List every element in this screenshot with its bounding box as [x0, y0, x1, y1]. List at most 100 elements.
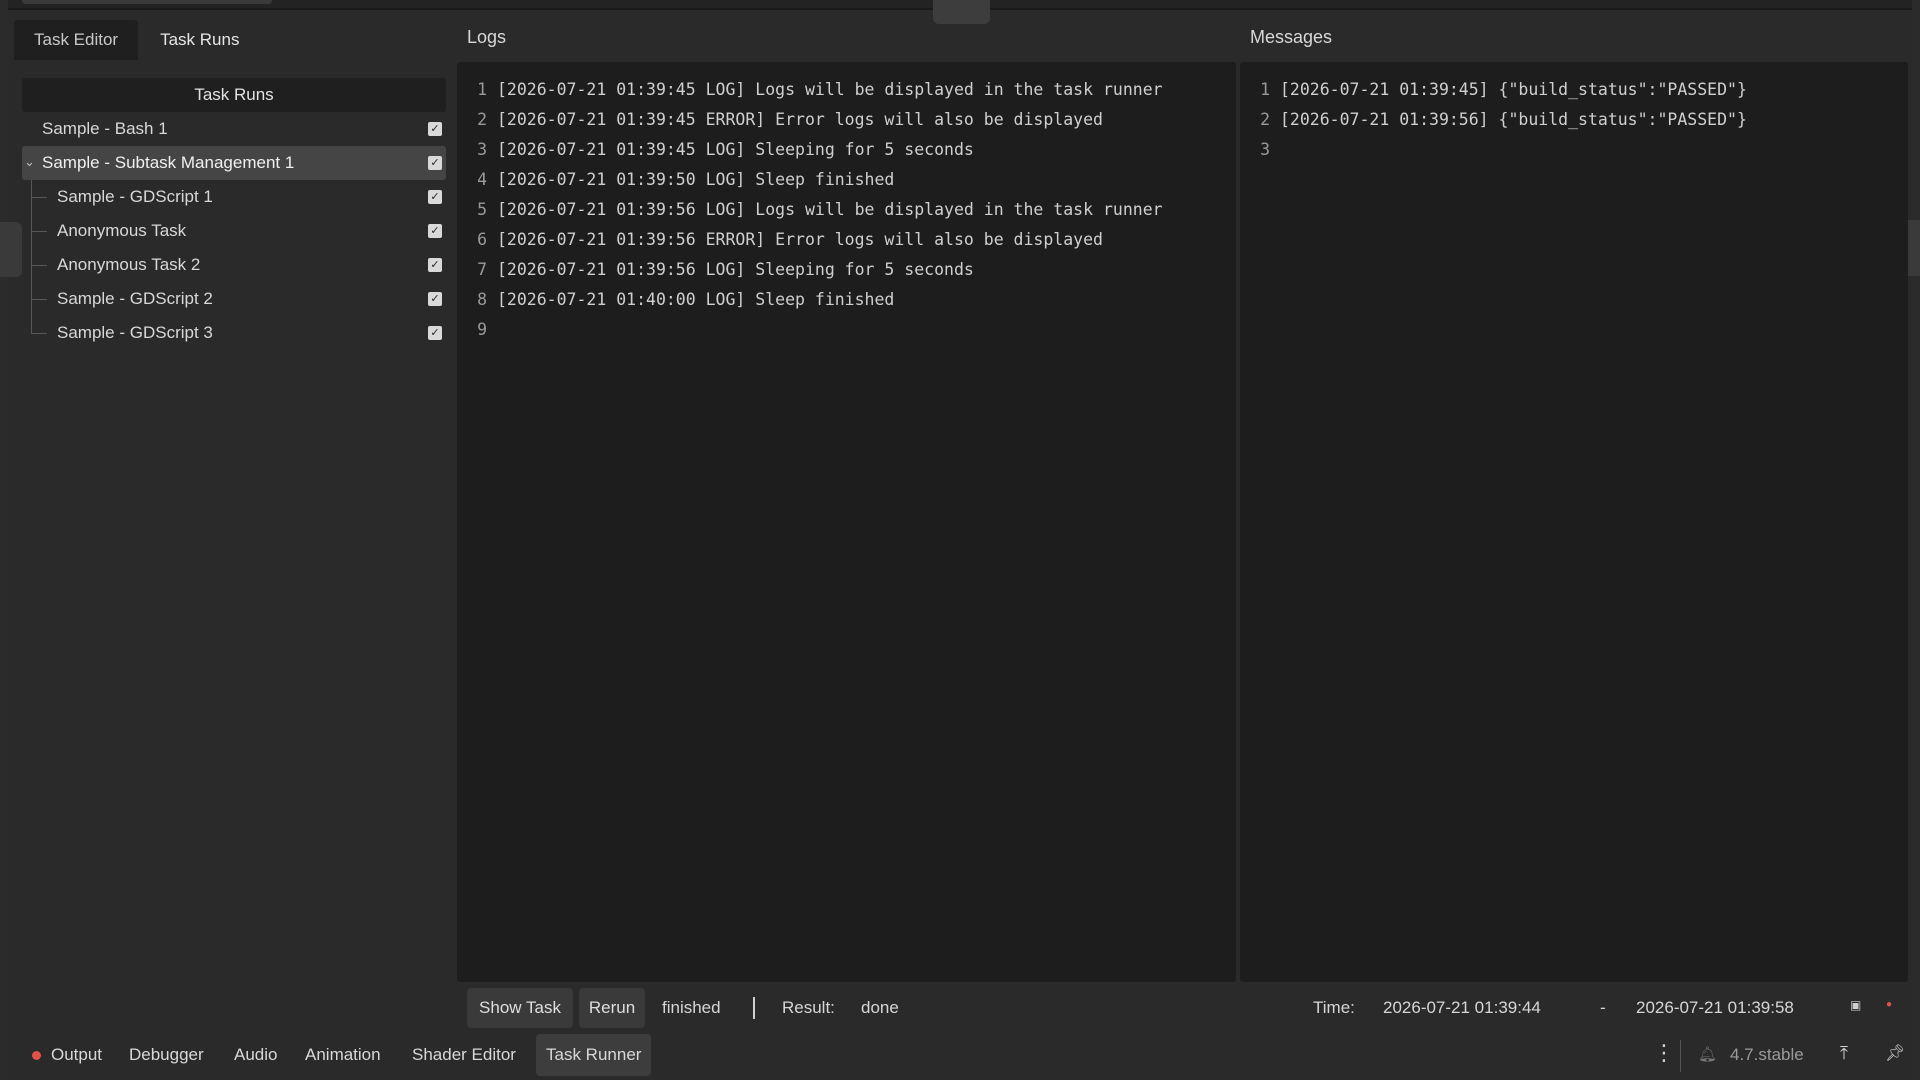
toolbar-divider [1680, 1040, 1681, 1072]
tree-item-label: Sample - GDScript 2 [57, 289, 213, 308]
tree-item-label: Sample - Subtask Management 1 [42, 153, 295, 172]
log-text: [2026-07-21 01:39:56 LOG] Sleeping for 5… [497, 259, 974, 279]
tree-item-selected[interactable]: ⌄ Sample - Subtask Management 1 ✓ [22, 146, 446, 180]
bottom-dock-bar: Output Debugger Audio Animation Shader E… [8, 1034, 1912, 1080]
bug-icon[interactable]: ● [1886, 999, 1892, 1010]
messages-title: Messages [1250, 27, 1333, 47]
line-number: 8 [477, 289, 487, 309]
tree-guide [31, 333, 47, 334]
pin-icon[interactable]: 📌︎ [1885, 1043, 1905, 1063]
result-value: done [861, 998, 899, 1017]
checkbox-icon[interactable]: ✓ [428, 224, 442, 238]
editor-window: Task Editor Task Runs Task Runs Sample -… [0, 0, 1920, 1080]
log-line: 8 [2026-07-21 01:40:00 LOG] Sleep finishe… [457, 284, 1236, 314]
message-line: 2 [2026-07-21 01:39:56] {"build_status":"… [1240, 104, 1908, 134]
debugger-tab[interactable]: Debugger [119, 1034, 214, 1076]
log-line: 2 [2026-07-21 01:39:45 ERROR] Error logs … [457, 104, 1236, 134]
tree-guide [31, 231, 47, 232]
message-line: 1 [2026-07-21 01:39:45] {"build_status":"… [1240, 74, 1908, 104]
task-runner-tab[interactable]: Task Runner [536, 1034, 652, 1076]
panel-resize-handle[interactable] [933, 0, 990, 24]
notification-bell-icon[interactable]: 🔔︎ [1698, 1045, 1717, 1063]
tree-guide [31, 197, 47, 198]
line-number: 4 [477, 169, 487, 189]
tree-item-label: Anonymous Task 2 [57, 255, 201, 274]
line-number: 1 [1260, 79, 1270, 99]
logs-panel[interactable]: 1 [2026-07-21 01:39:45 LOG] Logs will be … [457, 62, 1236, 982]
tree-item-label: Sample - GDScript 1 [57, 187, 213, 206]
kebab-menu-icon[interactable]: ⋮ [1653, 1042, 1675, 1064]
line-number: 3 [477, 139, 487, 159]
tree-item-label: Anonymous Task [57, 221, 187, 240]
show-task-button[interactable]: Show Task [467, 988, 573, 1028]
rerun-button[interactable]: Rerun [579, 988, 645, 1028]
left-dock-handle[interactable] [0, 222, 22, 277]
line-number: 5 [477, 199, 487, 219]
top-tab-stub [22, 0, 272, 4]
tree-guide [31, 299, 47, 300]
tree-item-label: Sample - GDScript 3 [57, 323, 213, 342]
time-dash: - [1600, 998, 1606, 1017]
log-text: [2026-07-21 01:39:50 LOG] Sleep finished [497, 169, 895, 189]
line-number: 6 [477, 229, 487, 249]
tree-guide [31, 265, 47, 266]
chevron-down-icon[interactable]: ⌄ [24, 154, 35, 170]
checkbox-icon[interactable]: ✓ [428, 258, 442, 272]
tree-item[interactable]: Anonymous Task ✓ [22, 214, 446, 248]
line-number: 2 [1260, 109, 1270, 129]
line-number: 7 [477, 259, 487, 279]
tree-item[interactable]: Sample - GDScript 1 ✓ [22, 180, 446, 214]
version-label: 4.7.stable [1730, 1045, 1804, 1064]
error-dot-icon [32, 1050, 41, 1060]
logs-title: Logs [467, 27, 507, 47]
log-line: 4 [2026-07-21 01:39:50 LOG] Sleep finishe… [457, 164, 1236, 194]
tree-guide [31, 316, 32, 333]
animation-tab[interactable]: Animation [295, 1034, 391, 1076]
messages-panel[interactable]: 1 [2026-07-21 01:39:45] {"build_status":"… [1240, 62, 1908, 982]
log-line: 6 [2026-07-21 01:39:56 ERROR] Error logs … [457, 224, 1236, 254]
tab-task-runs[interactable]: Task Runs [140, 20, 259, 60]
tab-task-editor[interactable]: Task Editor [14, 20, 139, 60]
message-text: [2026-07-21 01:39:45] {"build_status":"P… [1280, 79, 1747, 99]
line-number: 3 [1260, 139, 1270, 159]
log-line: 5 [2026-07-21 01:39:56 LOG] Logs will be … [457, 194, 1236, 224]
log-line: 3 [2026-07-21 01:39:45 LOG] Sleeping for … [457, 134, 1236, 164]
tree-item[interactable]: Anonymous Task 2 ✓ [22, 248, 446, 282]
time-end: 2026-07-21 01:39:58 [1636, 998, 1794, 1017]
log-text: [2026-07-21 01:39:56 LOG] Logs will be d… [497, 199, 1163, 219]
log-text: [2026-07-21 01:39:56 ERROR] Error logs w… [497, 229, 1103, 249]
status-separator [753, 997, 755, 1019]
audio-tab[interactable]: Audio [224, 1034, 287, 1076]
tree-item[interactable]: Sample - GDScript 3 ✓ [22, 316, 446, 350]
robot-icon[interactable]: ▣ [1850, 998, 1861, 1012]
checkbox-icon[interactable]: ✓ [428, 156, 442, 170]
tree-item[interactable]: Sample - Bash 1 ✓ [22, 112, 446, 146]
log-text: [2026-07-21 01:39:45 LOG] Logs will be d… [497, 79, 1163, 99]
line-number: 9 [477, 319, 487, 339]
shader-editor-tab[interactable]: Shader Editor [402, 1034, 526, 1076]
tree-header: Task Runs [22, 78, 446, 112]
checkbox-icon[interactable]: ✓ [428, 122, 442, 136]
checkbox-icon[interactable]: ✓ [428, 326, 442, 340]
message-text: [2026-07-21 01:39:56] {"build_status":"P… [1280, 109, 1747, 129]
log-text: [2026-07-21 01:39:45 ERROR] Error logs w… [497, 109, 1103, 129]
log-text: [2026-07-21 01:40:00 LOG] Sleep finished [497, 289, 895, 309]
log-line: 7 [2026-07-21 01:39:56 LOG] Sleeping for … [457, 254, 1236, 284]
time-label: Time: [1313, 998, 1355, 1017]
expand-panel-icon[interactable]: ⤒ [1840, 1043, 1848, 1064]
time-start: 2026-07-21 01:39:44 [1383, 998, 1541, 1017]
tree-item[interactable]: Sample - GDScript 2 ✓ [22, 282, 446, 316]
run-state: finished [662, 998, 721, 1017]
log-line: 9 [457, 314, 1236, 344]
log-line: 1 [2026-07-21 01:39:45 LOG] Logs will be … [457, 74, 1236, 104]
task-runs-tree: Task Runs Sample - Bash 1 ✓ ⌄ Sample - S… [22, 78, 446, 978]
output-tab-label: Output [51, 1045, 103, 1064]
line-number: 1 [477, 79, 487, 99]
checkbox-icon[interactable]: ✓ [428, 190, 442, 204]
result-label: Result: [782, 998, 835, 1017]
log-text: [2026-07-21 01:39:45 LOG] Sleeping for 5… [497, 139, 974, 159]
message-line: 3 [1240, 134, 1908, 164]
checkbox-icon[interactable]: ✓ [428, 292, 442, 306]
line-number: 2 [477, 109, 487, 129]
output-tab[interactable]: Output [22, 1034, 112, 1076]
